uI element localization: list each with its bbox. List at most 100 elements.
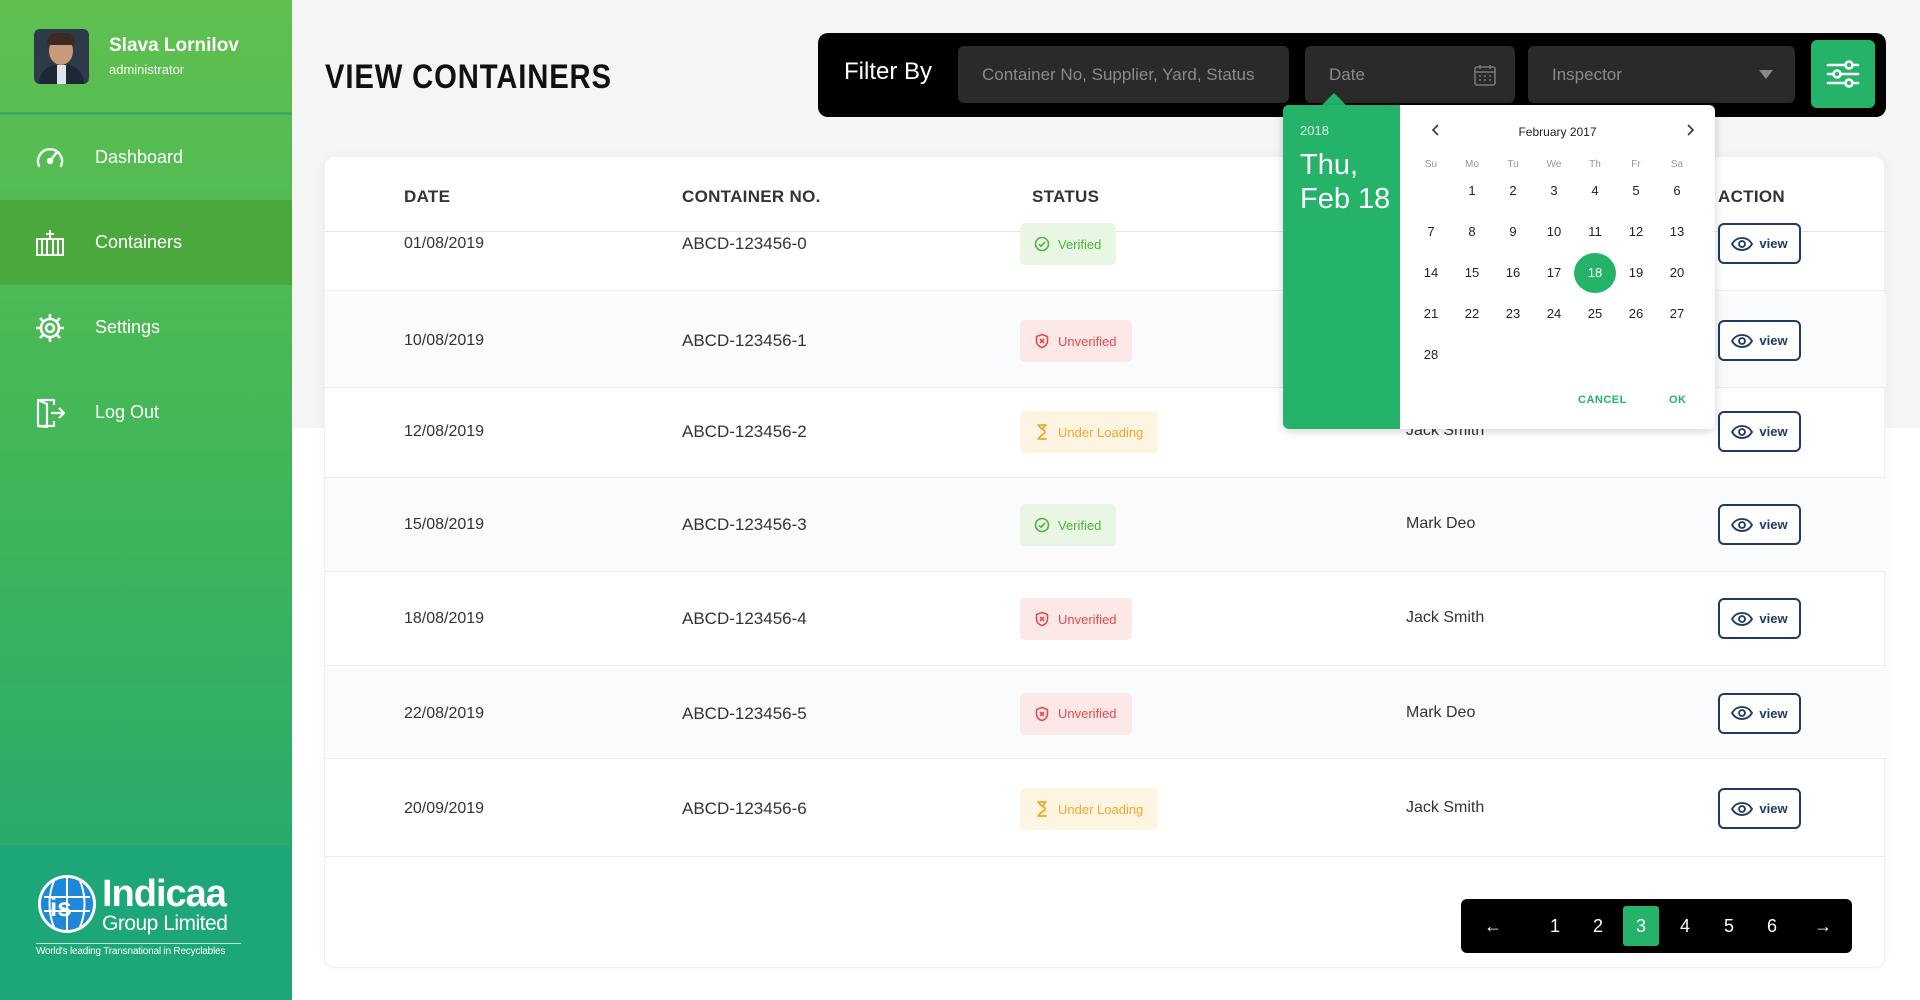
filter-settings-button[interactable] [1811,40,1875,108]
cell-inspector: Jack Smith [1406,609,1485,626]
calendar-day[interactable]: 7 [1410,212,1452,252]
cell-date: 01/08/2019 [404,235,485,252]
view-button[interactable]: view [1718,223,1801,264]
calendar-day[interactable]: 19 [1615,253,1657,293]
hourglass-icon [1037,801,1047,817]
sidebar-item-label: Settings [95,317,161,337]
view-button[interactable]: view [1718,504,1801,545]
status-badge: Under Loading [1020,788,1159,830]
calendar-day[interactable]: 8 [1451,212,1493,252]
page-button-3[interactable]: 3 [1623,906,1659,946]
status-badge: Verified [1020,504,1117,546]
weekday-label: Tu [1507,159,1519,170]
hourglass-icon [1037,424,1047,440]
table-row: 15/08/2019 ABCD-123456-3 Verified Mark Deo v… [325,478,1886,572]
status-label: Unverified [1058,706,1117,721]
view-button[interactable]: view [1718,788,1801,829]
calendar-day[interactable]: 20 [1656,253,1698,293]
globe-icon: is [38,875,96,933]
search-input[interactable] [958,46,1289,103]
calendar-day[interactable]: 15 [1451,253,1493,293]
cell-date: 15/08/2019 [404,516,485,533]
filter-label: Filter By [844,58,933,85]
prev-page-button[interactable]: ← [1475,906,1511,946]
calendar-day[interactable]: 6 [1656,171,1698,211]
page-button-1[interactable]: 1 [1537,906,1573,946]
calendar-day[interactable]: 28 [1410,335,1452,375]
weekday-label: Su [1424,159,1438,170]
sidebar-item-settings[interactable]: Settings [0,285,292,370]
calendar-day[interactable]: 21 [1410,294,1452,334]
view-button[interactable]: view [1718,411,1801,452]
view-button-label: view [1759,517,1788,532]
status-badge: Under Loading [1020,411,1159,453]
calendar-day[interactable]: 5 [1615,171,1657,211]
calendar-cancel-button[interactable]: CANCEL [1578,394,1627,406]
status-label: Under Loading [1058,801,1144,817]
calendar-day[interactable]: 11 [1574,212,1616,252]
calendar-day[interactable]: 25 [1574,294,1616,334]
calendar-day[interactable]: 23 [1492,294,1534,334]
sidebar-item-dashboard[interactable]: Dashboard [0,115,292,200]
sidebar-item-containers[interactable]: Containers [0,200,292,285]
user-profile[interactable]: Slava Lornilov administrator [0,0,292,115]
sliders-icon [1826,60,1860,88]
calendar-day[interactable]: 10 [1533,212,1575,252]
calendar-day[interactable]: 16 [1492,253,1534,293]
chevron-down-icon [1759,70,1773,79]
view-button-label: view [1759,236,1788,251]
speedometer-icon [34,142,66,174]
table-row: 18/08/2019 ABCD-123456-4 Unverified Jack Sm… [325,572,1886,666]
logo-subtitle: Group Limited [102,911,228,935]
calendar-ok-button[interactable]: OK [1669,394,1687,406]
calendar-day[interactable]: 24 [1533,294,1575,334]
sidebar-item-label: Dashboard [95,147,184,167]
page-button-6[interactable]: 6 [1754,906,1790,946]
table-row: 20/09/2019 ABCD-123456-6 Under Loading Jack… [325,761,1886,857]
page-button-5[interactable]: 5 [1711,906,1747,946]
calendar-day[interactable]: 22 [1451,294,1493,334]
calendar-day[interactable]: 9 [1492,212,1534,252]
view-button-label: view [1759,705,1788,721]
date-picker: 2018 Thu, Feb 18 February 2017 Su Mo Tu We T… [1283,105,1715,429]
user-role: administrator [109,62,185,77]
user-name: Slava Lornilov [109,35,239,56]
next-month-icon[interactable] [1685,123,1695,139]
status-label: Under Loading [1058,424,1144,440]
calendar-day[interactable]: 4 [1574,171,1616,211]
calendar-day[interactable]: 26 [1615,294,1657,334]
calendar-day[interactable]: 18 [1574,253,1616,293]
calendar-day[interactable]: 2 [1492,171,1534,211]
calendar-day[interactable]: 13 [1656,212,1698,252]
date-picker-year[interactable]: 2018 [1300,123,1400,138]
cell-date: 18/08/2019 [404,610,485,627]
calendar-day[interactable]: 17 [1533,253,1575,293]
view-button[interactable]: view [1718,320,1801,361]
calendar-day[interactable]: 1 [1451,171,1493,211]
next-page-button[interactable]: → [1805,906,1841,946]
calendar-day[interactable]: 14 [1410,253,1452,293]
calendar-day[interactable]: 12 [1615,212,1657,252]
cell-date: 12/08/2019 [404,423,485,440]
logout-icon [34,397,66,429]
cell-container-no: ABCD-123456-4 [682,609,807,628]
svg-text:is: is [50,892,72,922]
shield-x-icon [1035,611,1049,627]
inspector-placeholder: Inspector [1552,64,1622,84]
view-button[interactable]: view [1718,692,1801,734]
page-button-4[interactable]: 4 [1667,906,1703,946]
date-picker-month: February 2017 [1518,125,1597,139]
calendar-day[interactable]: 3 [1533,171,1575,211]
status-label: Verified [1058,517,1102,533]
calendar-day[interactable]: 27 [1656,294,1698,334]
sidebar-item-label: Log Out [95,402,160,422]
page-button-2[interactable]: 2 [1580,906,1616,946]
cell-container-no: ABCD-123456-5 [682,703,807,723]
eye-icon [1731,236,1754,251]
view-button-label: view [1759,801,1788,816]
status-label: Verified [1058,236,1102,252]
cell-date: 20/09/2019 [404,800,485,817]
inspector-select[interactable]: Inspector [1528,46,1795,103]
sidebar-item-logout[interactable]: Log Out [0,370,292,455]
view-button[interactable]: view [1718,598,1801,639]
